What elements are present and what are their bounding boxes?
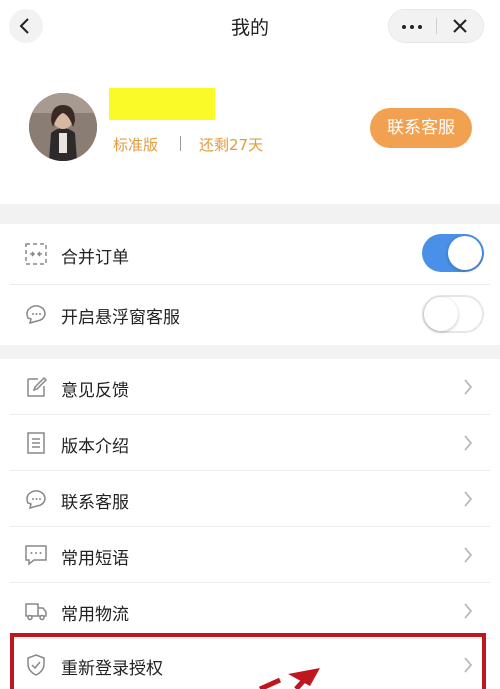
menu-item-contact-support[interactable]: 联系客服	[0, 471, 500, 527]
plan-label: 标准版	[113, 136, 159, 154]
merge-icon	[25, 243, 47, 265]
menu-item-version[interactable]: 版本介绍	[0, 415, 500, 471]
floating-support-toggle[interactable]	[422, 295, 484, 333]
menu-item-label: 常用物流	[61, 605, 129, 625]
close-button[interactable]	[437, 10, 483, 42]
chevron-right-icon	[464, 435, 473, 451]
toggle-label: 开启悬浮窗客服	[61, 308, 180, 328]
edit-icon	[27, 376, 48, 397]
section-gap	[0, 204, 500, 224]
document-icon	[27, 432, 45, 454]
menu-item-label: 联系客服	[61, 493, 129, 513]
merge-orders-toggle[interactable]	[422, 234, 484, 272]
toggle-label: 合并订单	[61, 248, 129, 268]
chevron-right-icon	[464, 603, 473, 619]
menu-item-phrases[interactable]: 常用短语	[0, 527, 500, 583]
section-gap	[0, 345, 500, 359]
menu-item-logistics[interactable]: 常用物流	[0, 583, 500, 639]
menu-item-label: 常用短语	[61, 549, 129, 569]
toggle-knob	[424, 297, 458, 331]
more-dots-icon	[402, 25, 406, 29]
menu-item-label: 版本介绍	[61, 437, 129, 457]
chat-bubble-icon	[26, 305, 46, 325]
plan-divider	[180, 136, 181, 151]
toggle-row-floating-support: 开启悬浮窗客服	[0, 285, 500, 345]
menu-item-label: 意见反馈	[61, 381, 129, 401]
message-icon	[25, 545, 47, 566]
highlight-box	[10, 633, 486, 689]
user-name-redacted	[109, 88, 215, 120]
truck-icon	[25, 603, 47, 621]
chevron-right-icon	[464, 547, 473, 563]
toggle-knob	[448, 236, 482, 270]
remaining-days: 还剩27天	[199, 136, 264, 154]
more-button[interactable]	[389, 10, 436, 42]
more-dot	[418, 25, 422, 29]
profile-section: 标准版 还剩27天 联系客服	[0, 52, 500, 204]
arrow-annotation-icon	[258, 668, 320, 689]
avatar-image	[29, 93, 97, 161]
more-dot	[410, 25, 414, 29]
top-bar: 我的	[0, 0, 500, 52]
mini-program-capsule	[388, 9, 484, 43]
chevron-right-icon	[464, 491, 473, 507]
close-icon	[453, 19, 467, 33]
menu-item-feedback[interactable]: 意见反馈	[0, 359, 500, 415]
avatar[interactable]	[29, 93, 97, 161]
chevron-right-icon	[464, 379, 473, 395]
toggle-row-merge-orders: 合并订单	[0, 224, 500, 285]
contact-support-button[interactable]: 联系客服	[370, 108, 472, 148]
chat-bubble-icon	[26, 490, 46, 510]
